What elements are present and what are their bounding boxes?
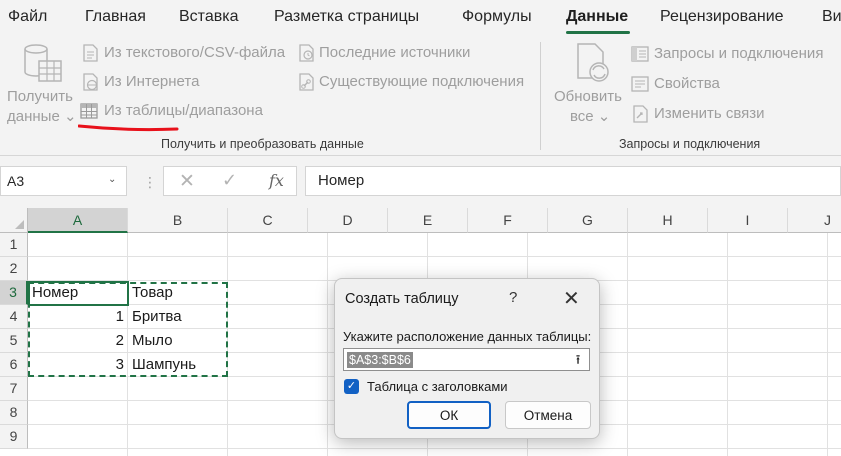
column-header-c[interactable]: C xyxy=(228,208,308,233)
ribbon: Получить данные ⌄ Из текстового/CSV-файл… xyxy=(0,36,841,156)
tab-insert[interactable]: Вставка xyxy=(179,8,238,26)
from-table-range-button[interactable]: Из таблицы/диапазона xyxy=(104,102,263,119)
properties-button[interactable]: Свойства xyxy=(654,75,720,92)
queries-connections-button[interactable]: Запросы и подключения xyxy=(654,45,823,62)
tab-file[interactable]: Файл xyxy=(8,8,47,26)
ok-button[interactable]: ОК xyxy=(407,401,491,429)
tab-view[interactable]: Ви xyxy=(822,8,841,26)
row-header-5[interactable]: 5 xyxy=(0,329,28,353)
web-page-icon xyxy=(83,73,98,91)
chevron-down-icon[interactable]: ⌄ xyxy=(108,174,116,185)
group-label-queries: Запросы и подключения xyxy=(619,137,761,151)
edit-links-button[interactable]: Изменить связи xyxy=(654,105,765,122)
column-header-d[interactable]: D xyxy=(308,208,388,233)
has-headers-checkbox[interactable]: ✓ xyxy=(344,379,359,394)
group-label-get-transform: Получить и преобразовать данные xyxy=(161,137,364,151)
highlight-underline xyxy=(78,124,179,132)
database-table-icon[interactable] xyxy=(22,42,64,86)
range-input-value: $A$3:$B$6 xyxy=(347,352,413,368)
enter-icon[interactable]: ✓ xyxy=(222,170,237,191)
from-text-csv-button[interactable]: Из текстового/CSV-файла xyxy=(104,44,285,61)
column-header-f[interactable]: F xyxy=(468,208,548,233)
ribbon-group-separator xyxy=(540,42,541,150)
row-header-3[interactable]: 3 xyxy=(0,281,28,305)
has-headers-label[interactable]: Таблица с заголовками xyxy=(367,379,508,394)
refresh-all-icon[interactable] xyxy=(573,42,613,86)
name-box-value: A3 xyxy=(7,173,25,189)
formula-buttons: ✕ ✓ fx xyxy=(163,166,297,196)
create-table-dialog: Создать таблицу ? ✕ Укажите расположение… xyxy=(334,278,600,439)
from-web-button[interactable]: Из Интернета xyxy=(104,73,199,90)
get-data-label-line2[interactable]: данные ⌄ xyxy=(7,107,77,125)
active-cell-border xyxy=(28,281,129,306)
select-all-triangle-icon xyxy=(15,220,24,229)
table-range-icon xyxy=(80,103,98,119)
cancel-button[interactable]: Отмена xyxy=(505,401,591,429)
column-header-e[interactable]: E xyxy=(388,208,468,233)
resize-handle-icon[interactable]: ⋮ xyxy=(143,174,157,191)
recent-sources-button[interactable]: Последние источники xyxy=(319,44,470,61)
row-header-1[interactable]: 1 xyxy=(0,233,28,257)
insert-function-icon[interactable]: fx xyxy=(269,171,284,190)
close-icon[interactable]: ✕ xyxy=(563,286,580,311)
get-data-label-line1[interactable]: Получить xyxy=(7,88,73,105)
dialog-title: Создать таблицу xyxy=(345,291,459,307)
tab-review[interactable]: Рецензирование xyxy=(660,8,784,26)
edit-links-icon xyxy=(633,105,648,123)
range-prompt-label: Укажите расположение данных таблицы: xyxy=(343,329,592,344)
row-header-7[interactable]: 7 xyxy=(0,377,28,401)
text-file-icon xyxy=(83,44,98,62)
column-header-h[interactable]: H xyxy=(628,208,708,233)
properties-icon xyxy=(631,76,649,92)
menu-tabs: Файл Главная Вставка Разметка страницы Ф… xyxy=(0,0,841,36)
formula-value: Номер xyxy=(318,172,365,189)
row-header-4[interactable]: 4 xyxy=(0,305,28,329)
row-header-6[interactable]: 6 xyxy=(0,353,28,377)
queries-connections-icon xyxy=(631,46,649,62)
active-tab-indicator xyxy=(566,31,630,34)
select-all-button[interactable] xyxy=(0,208,28,233)
tab-home[interactable]: Главная xyxy=(85,8,146,26)
range-input[interactable]: $A$3:$B$6 xyxy=(343,348,569,371)
column-header-a[interactable]: A xyxy=(28,208,128,233)
row-header-9[interactable]: 9 xyxy=(0,425,28,449)
existing-connections-icon xyxy=(299,73,314,91)
tab-data[interactable]: Данные xyxy=(566,8,628,26)
row-header-8[interactable]: 8 xyxy=(0,401,28,425)
help-icon[interactable]: ? xyxy=(509,289,517,306)
tab-formulas[interactable]: Формулы xyxy=(462,8,532,26)
refresh-all-label-line1[interactable]: Обновить xyxy=(554,88,622,105)
recent-sources-icon xyxy=(299,44,314,62)
row-header-2[interactable]: 2 xyxy=(0,257,28,281)
tab-page-layout[interactable]: Разметка страницы xyxy=(274,8,419,26)
existing-connections-button[interactable]: Существующие подключения xyxy=(319,73,524,90)
formula-bar: A3 ⌄ ⋮ ✕ ✓ fx Номер xyxy=(0,156,841,208)
column-header-g[interactable]: G xyxy=(548,208,628,233)
refresh-all-label-line2[interactable]: все ⌄ xyxy=(570,107,610,125)
column-header-b[interactable]: B xyxy=(128,208,228,233)
column-header-i[interactable]: I xyxy=(708,208,788,233)
collapse-dialog-icon[interactable]: ⭱ xyxy=(567,348,590,371)
column-header-j[interactable]: J xyxy=(788,208,841,233)
formula-input[interactable]: Номер xyxy=(305,166,841,196)
cancel-icon[interactable]: ✕ xyxy=(179,170,195,193)
